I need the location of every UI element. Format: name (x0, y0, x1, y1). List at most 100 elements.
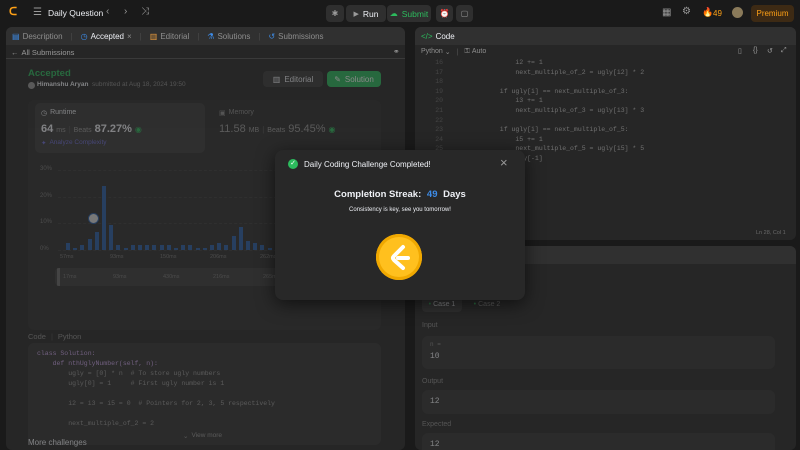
code-icon: </> (421, 31, 433, 41)
author-name[interactable]: Himanshu Aryan (37, 81, 88, 88)
notes-button[interactable]: ▢ (456, 5, 473, 22)
page-title[interactable]: Daily Question (48, 8, 103, 18)
input-label: Input (422, 322, 438, 329)
editorial-button-icon: ▥ (272, 74, 281, 84)
runtime-value: 64 (41, 123, 54, 135)
x-tick-label: 57ms (60, 254, 74, 260)
chart-bar[interactable] (246, 240, 250, 250)
chart-bar[interactable] (166, 245, 171, 250)
chart-bar[interactable] (138, 245, 142, 250)
tab-solutions[interactable]: ⚗ Solutions (207, 32, 250, 41)
view-more-button[interactable]: ⌄ View more (183, 432, 222, 440)
chart-bar[interactable] (109, 224, 114, 250)
runtime-box[interactable]: ◷ Runtime 64 ms | Beats 87.27% ◉ ✦ Analyze… (35, 103, 205, 153)
memory-chip-icon: ▣ (219, 110, 226, 117)
premium-button[interactable]: Premium (751, 5, 794, 22)
brush-tick-label: 93ms (113, 274, 127, 280)
output-value: 12 (430, 397, 440, 406)
chart-bar[interactable] (217, 243, 222, 250)
line-number: 18 (435, 78, 443, 86)
alarm-icon: ⏰ (439, 9, 450, 18)
status-accepted: Accepted (28, 68, 71, 79)
chart-bar[interactable] (130, 245, 135, 250)
code-line: def nthUglyNumber(self, n): (37, 360, 158, 367)
chart-bar[interactable] (267, 247, 272, 250)
tab-description[interactable]: ▤ Description (12, 32, 63, 41)
brush-tick-label: 17ms (63, 274, 77, 280)
chart-bar[interactable] (238, 227, 243, 250)
bookmark-icon[interactable]: ▯ (738, 47, 742, 55)
next-question-icon[interactable]: › (124, 7, 127, 17)
code-line: ugly[0] = 1 # First ugly number is 1 (37, 380, 225, 387)
settings-gear-icon[interactable]: ⚙ (682, 7, 691, 17)
solution-button[interactable]: ✎ Solution (327, 71, 381, 87)
memory-box[interactable]: ▣ Memory 11.58 MB | Beats 95.45% ◉ (213, 103, 373, 153)
leetcode-logo-icon[interactable]: ᑕ (9, 7, 17, 18)
prev-question-icon[interactable]: ‹ (106, 7, 109, 17)
chart-bar[interactable] (66, 243, 70, 250)
runtime-unit: ms (56, 127, 66, 134)
reset-code-icon[interactable]: ↺ (767, 47, 773, 55)
chart-bar[interactable] (231, 236, 236, 250)
shuffle-icon[interactable]: ⤨ (141, 7, 149, 17)
tab-code[interactable]: </> Code (421, 32, 455, 41)
memory-divider: | (262, 125, 265, 134)
brush-selection[interactable] (57, 268, 60, 286)
chart-bar[interactable] (188, 245, 193, 250)
chart-bar[interactable] (210, 245, 214, 250)
chart-bar[interactable] (202, 247, 207, 250)
editor-code-line: next_multiple_of_3 = ugly[i3] * 3 (453, 106, 645, 114)
chart-bar[interactable] (116, 245, 121, 250)
chart-bar[interactable] (102, 186, 106, 250)
chart-bar[interactable] (224, 245, 229, 250)
debug-button[interactable]: ✱ (326, 5, 344, 22)
auto-mode[interactable]: ⚿ Auto (465, 48, 487, 56)
expected-label: Expected (422, 421, 452, 428)
streak-fire-icon[interactable]: 🔥 (702, 7, 713, 18)
all-submissions-link[interactable]: ← All Submissions (11, 48, 74, 57)
accepted-tab-icon: ◷ (80, 31, 88, 41)
format-code-icon[interactable]: {} (753, 47, 758, 54)
code-line: class Solution: (37, 350, 96, 357)
editorial-icon: ▥ (149, 31, 158, 41)
streak-value: 49 (426, 189, 438, 200)
chart-bar[interactable] (174, 247, 178, 250)
tab-editorial[interactable]: ▥ Editorial (150, 32, 189, 41)
analyze-complexity-link[interactable]: ✦ Analyze Complexity (41, 139, 107, 147)
language-select[interactable]: Python ⌄ (421, 48, 451, 56)
fullscreen-icon[interactable]: ⤢ (781, 47, 787, 55)
chart-bar[interactable] (123, 247, 128, 250)
editorial-button[interactable]: ▥ Editorial (263, 71, 323, 87)
line-number: 21 (435, 106, 443, 114)
input-box[interactable]: n = 10 (422, 336, 775, 369)
line-number: 19 (435, 87, 443, 95)
chart-bar[interactable] (80, 245, 85, 250)
line-number: 24 (435, 135, 443, 143)
chart-bar[interactable] (260, 245, 265, 250)
share-link-icon[interactable]: ⚭ (393, 47, 400, 56)
code-line: ugly = [0] * n # To store ugly numbers (37, 370, 221, 377)
tab-accepted[interactable]: ◷ Accepted × (81, 32, 132, 41)
chart-bar[interactable] (94, 231, 99, 250)
run-button[interactable]: ▶ Run (346, 5, 386, 22)
chart-bar[interactable] (195, 247, 200, 250)
chart-bar[interactable] (159, 245, 164, 250)
chart-bar[interactable] (87, 238, 92, 250)
chart-bar[interactable] (181, 245, 186, 250)
problem-list-icon[interactable]: ☰ (33, 8, 42, 18)
editor-code-line (453, 78, 644, 88)
line-number: 23 (435, 126, 443, 134)
close-tab-icon[interactable]: × (127, 32, 132, 41)
chart-bar[interactable] (152, 245, 157, 250)
tab-submissions[interactable]: ↺ Submissions (268, 32, 323, 41)
user-avatar[interactable] (732, 7, 743, 18)
layout-grid-icon[interactable]: ▦ (662, 8, 671, 18)
streak-counter[interactable]: 49 (713, 9, 722, 18)
chart-bar[interactable] (73, 247, 78, 250)
submit-button[interactable]: ☁ Submit (387, 5, 431, 22)
chart-bar[interactable] (145, 245, 150, 250)
close-icon[interactable]: × (500, 156, 508, 169)
timer-button[interactable]: ⏰ (436, 5, 453, 22)
brush-tick-label: 430ms (163, 274, 180, 280)
chart-bar[interactable] (253, 243, 258, 250)
